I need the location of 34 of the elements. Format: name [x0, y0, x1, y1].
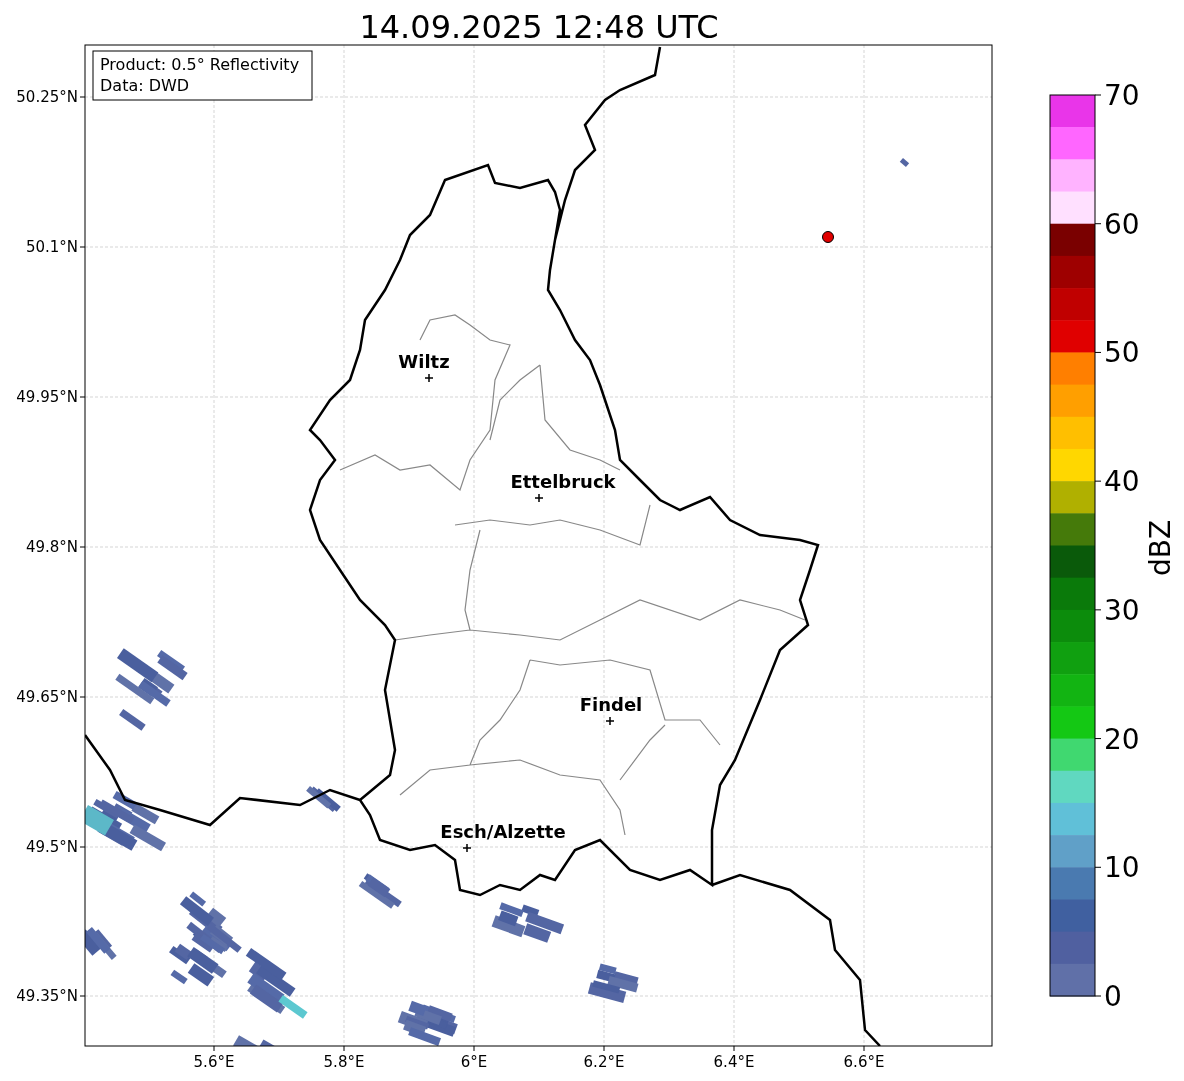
- longitude-label: 6.4°E: [713, 1053, 755, 1071]
- latitude-label: 49.95°N: [16, 388, 78, 406]
- colorbar-tick-label: 50: [1104, 336, 1140, 370]
- latitude-label: 49.65°N: [16, 688, 78, 706]
- info-text: Data: DWD: [100, 76, 190, 95]
- longitude-label: 6°E: [460, 1053, 488, 1071]
- colorbar-tick-label: 40: [1104, 465, 1140, 499]
- city-marker-icon: [424, 373, 434, 383]
- longitude-label: 5.6°E: [193, 1053, 235, 1071]
- city-label: Esch/Alzette: [440, 821, 566, 842]
- radar-site-dot: [822, 231, 834, 243]
- latitude-label: 49.8°N: [25, 538, 78, 556]
- colorbar-tick-label: 30: [1104, 593, 1140, 627]
- city-label: Wiltz: [398, 351, 450, 372]
- latitude-label: 50.1°N: [25, 238, 78, 256]
- longitude-label: 6.2°E: [583, 1053, 625, 1071]
- city-marker-icon: [462, 843, 472, 853]
- city-marker-icon: [534, 493, 544, 503]
- colorbar-title: dBZ: [1144, 519, 1177, 577]
- city-marker-icon: [605, 716, 615, 726]
- chart-title: 14.09.2025 12:48 UTC: [359, 8, 719, 46]
- city-label: Findel: [579, 694, 643, 715]
- longitude-label: 6.6°E: [843, 1053, 885, 1071]
- colorbar-tick-label: 70: [1104, 79, 1140, 112]
- longitude-label: 5.8°E: [323, 1053, 365, 1071]
- colorbar-tick-label: 0: [1104, 980, 1122, 1013]
- latitude-label: 49.35°N: [16, 987, 78, 1005]
- colorbar-tick-label: 60: [1104, 207, 1140, 241]
- latitude-label: 50.25°N: [16, 88, 78, 106]
- info-text: Product: 0.5° Reflectivity: [100, 55, 300, 74]
- colorbar-tick-label: 20: [1104, 722, 1140, 756]
- latitude-label: 49.5°N: [25, 838, 78, 856]
- colorbar-tick-label: 10: [1104, 851, 1140, 885]
- city-label: Ettelbruck: [510, 471, 616, 492]
